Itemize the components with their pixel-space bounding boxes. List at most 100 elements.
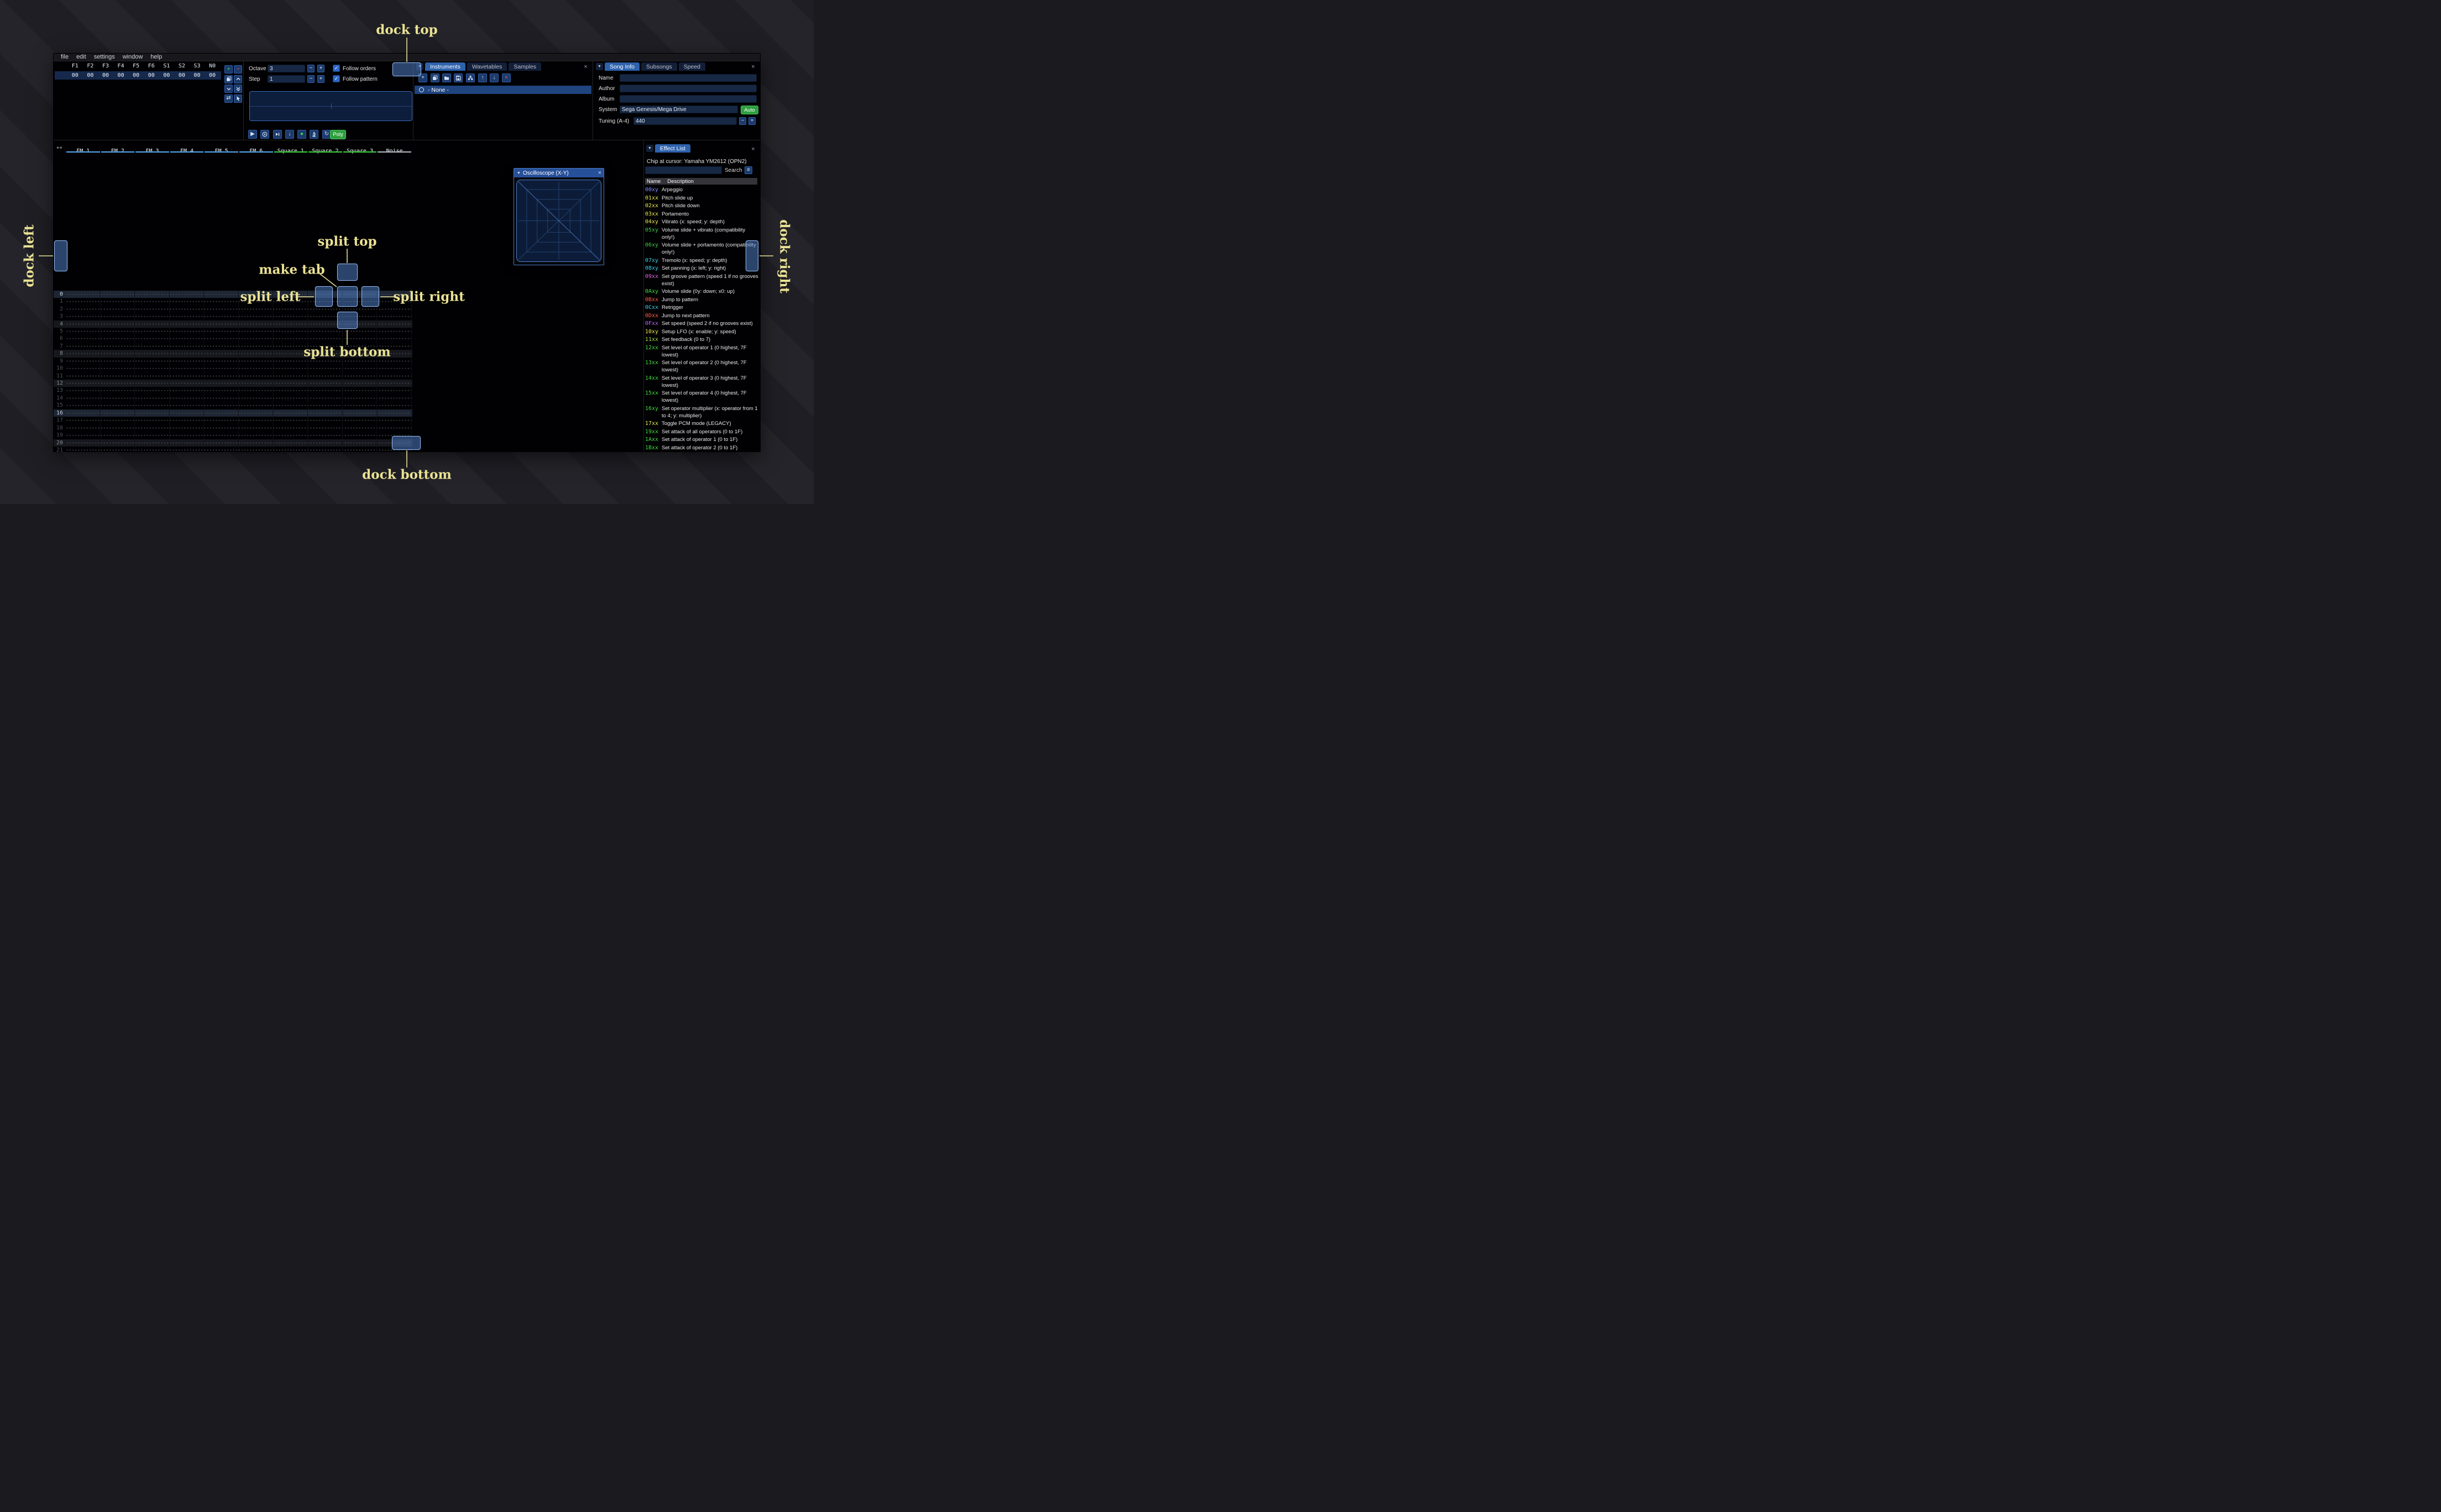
name-field[interactable] (620, 74, 757, 82)
channel-header[interactable]: FM 2 (101, 144, 135, 154)
pattern-cells[interactable] (66, 365, 412, 372)
tuning-increase-button[interactable]: + (748, 117, 756, 125)
step-down-button[interactable]: ↓ (285, 130, 294, 139)
order-cell[interactable]: 00 (159, 72, 175, 78)
collapse-button[interactable]: ▼ (596, 63, 603, 70)
channel-header[interactable]: Noise (377, 144, 412, 154)
play-from-start-button[interactable] (260, 130, 269, 139)
pattern-row[interactable]: 12 (54, 380, 412, 387)
channel-header[interactable]: Square 1 (274, 144, 308, 154)
pattern-cells[interactable] (66, 305, 412, 313)
effect-list-close-button[interactable]: × (750, 145, 757, 153)
order-deep-clone-button[interactable] (234, 85, 242, 93)
pattern-cells[interactable] (66, 417, 412, 424)
song-tab[interactable]: Subsongs (641, 62, 677, 71)
assets-tab[interactable]: Instruments (425, 62, 465, 71)
instrument-open-button[interactable] (442, 74, 451, 82)
instrument-delete-button[interactable]: × (502, 74, 511, 82)
song-close-button[interactable]: × (750, 63, 757, 70)
pattern-cells[interactable] (66, 387, 412, 395)
dock-target-bottom[interactable] (392, 436, 421, 450)
order-cell[interactable]: 00 (190, 72, 205, 78)
pattern-cells[interactable] (66, 424, 412, 432)
assets-tab[interactable]: Samples (509, 62, 542, 71)
pattern-row[interactable]: 15 (54, 402, 412, 410)
instrument-duplicate-button[interactable] (431, 74, 439, 82)
author-field[interactable] (620, 85, 757, 92)
order-cell[interactable]: 00 (83, 72, 98, 78)
play-button[interactable]: ▶ (248, 130, 257, 139)
menu-item[interactable]: help (146, 54, 166, 61)
tuning-decrease-button[interactable]: − (739, 117, 746, 125)
instrument-list-item-none[interactable]: - None - (415, 86, 591, 94)
split-target-bottom[interactable] (337, 312, 358, 329)
order-add-button[interactable]: + (224, 65, 233, 74)
pattern-cells[interactable] (66, 394, 412, 402)
pattern-cells[interactable] (66, 372, 412, 380)
dock-target-top[interactable] (392, 62, 421, 76)
instrument-save-button[interactable] (454, 74, 463, 82)
order-move-up-button[interactable] (234, 75, 242, 83)
pattern-cells[interactable] (66, 380, 412, 387)
oscilloscope-title-bar[interactable]: ▼ Oscilloscope (X-Y) × (514, 169, 604, 177)
pattern-row[interactable]: 10 (54, 365, 412, 372)
pattern-row[interactable]: 5 (54, 327, 412, 335)
pattern-cells[interactable] (66, 439, 412, 447)
pattern-cells[interactable] (66, 432, 412, 439)
album-field[interactable] (620, 95, 757, 103)
collapse-button[interactable]: ▼ (646, 145, 653, 152)
octave-decrease-button[interactable]: − (307, 65, 315, 72)
step-increase-button[interactable]: + (317, 75, 324, 83)
order-cell[interactable]: 00 (144, 72, 159, 78)
pattern-row[interactable]: 18 (54, 424, 412, 432)
split-target-right[interactable] (362, 286, 379, 307)
song-tab[interactable]: Speed (678, 62, 706, 71)
order-cell[interactable]: 00 (98, 72, 113, 78)
pattern-row[interactable]: 3 (54, 313, 412, 321)
effect-search-input[interactable] (645, 166, 722, 174)
system-field[interactable] (620, 106, 738, 113)
step-input[interactable] (268, 75, 305, 83)
poly-mono-toggle[interactable]: Poly (330, 130, 346, 139)
dock-target-right[interactable] (746, 240, 758, 271)
dock-target-left[interactable] (54, 240, 67, 271)
pattern-row[interactable]: 4 (54, 320, 412, 328)
channel-header[interactable]: FM 4 (170, 144, 205, 154)
order-cell[interactable]: 00 (174, 72, 190, 78)
instrument-organize-button[interactable] (466, 74, 475, 82)
note-preview-keyboard[interactable] (249, 91, 412, 121)
menu-item[interactable]: window (119, 54, 147, 61)
instrument-move-down-button[interactable]: ↓ (490, 74, 499, 82)
menu-item[interactable]: settings (90, 54, 119, 61)
pattern-row[interactable]: 6 (54, 335, 412, 343)
order-duplicate-button[interactable] (224, 75, 233, 83)
channel-header[interactable]: FM 3 (135, 144, 170, 154)
split-target-top[interactable] (337, 264, 358, 281)
pattern-row[interactable]: 19 (54, 432, 412, 439)
pattern-row[interactable]: 20 (54, 439, 412, 447)
pattern-row[interactable]: 21 (54, 446, 412, 452)
channel-header[interactable]: Square 2 (308, 144, 343, 154)
channel-header[interactable]: FM 1 (66, 144, 101, 154)
metronome-button[interactable] (310, 130, 318, 139)
pattern-row[interactable]: 11 (54, 372, 412, 380)
order-cell[interactable]: 00 (205, 72, 220, 78)
split-target-left[interactable] (315, 286, 333, 307)
pattern-expand-button[interactable]: ++ (56, 145, 62, 151)
make-tab-target[interactable] (337, 286, 358, 307)
order-cell[interactable]: 00 (67, 72, 83, 78)
tuning-input[interactable] (633, 117, 737, 125)
menu-item[interactable]: file (57, 54, 72, 61)
follow-pattern-checkbox[interactable]: ✓ (333, 75, 340, 82)
order-row[interactable]: 00 00 00 00 00 00 00 00 00 00 (55, 71, 221, 80)
follow-orders-checkbox[interactable]: ✓ (333, 65, 340, 72)
instrument-move-up-button[interactable]: ↑ (478, 74, 487, 82)
order-move-down-button[interactable] (224, 85, 233, 93)
pattern-row[interactable]: 0 (54, 290, 412, 298)
effect-list-menu-button[interactable]: ≡ (745, 166, 752, 174)
song-tab[interactable]: Song Info (605, 62, 640, 71)
pattern-cells[interactable] (66, 402, 412, 410)
assets-close-button[interactable]: × (582, 63, 589, 70)
oscilloscope-close-button[interactable]: × (596, 170, 604, 176)
pattern-cells[interactable] (66, 298, 412, 306)
